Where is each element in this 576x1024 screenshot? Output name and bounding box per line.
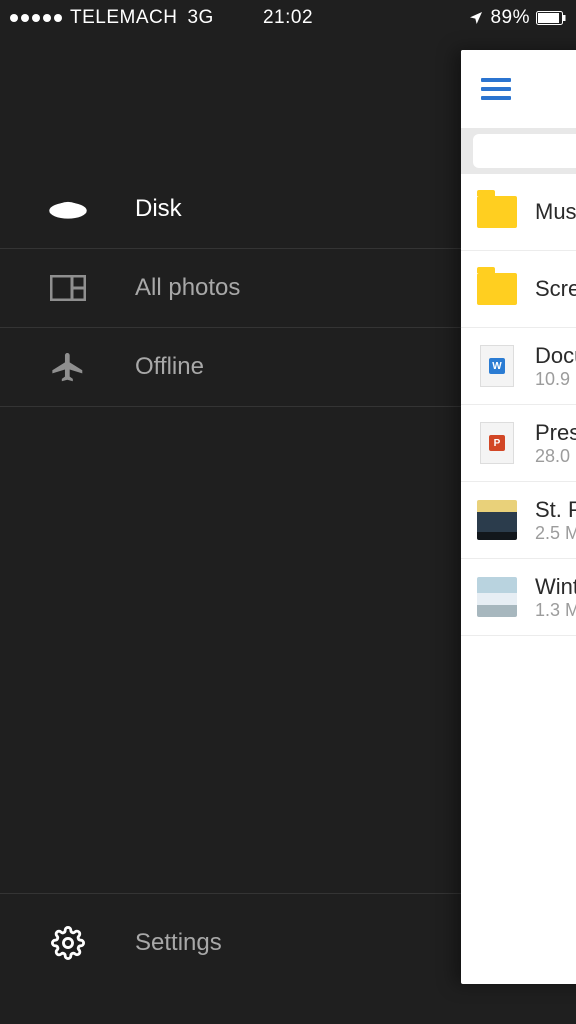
word-doc-icon: W (477, 348, 517, 384)
panel-header (461, 50, 576, 128)
disk-icon (0, 194, 135, 224)
file-meta: 10.9 (535, 369, 576, 390)
file-name: St. P (535, 497, 576, 523)
file-name: Docu (535, 343, 576, 369)
status-bar: TELEMACH 3G 21:02 89% (0, 0, 576, 36)
image-thumbnail (477, 579, 517, 615)
sidebar-drawer: Disk All photos Offline Settings (0, 0, 461, 1024)
list-item[interactable]: Wint 1.3 M (461, 559, 576, 636)
sidebar-item-offline[interactable]: Offline (0, 328, 461, 407)
battery-percent-label: 89% (490, 7, 530, 29)
search-input[interactable] (461, 128, 576, 174)
network-label: 3G (187, 7, 213, 29)
image-thumbnail (477, 502, 517, 538)
sidebar-item-all-photos[interactable]: All photos (0, 249, 461, 328)
airplane-icon (0, 349, 135, 385)
sidebar-item-disk[interactable]: Disk (0, 170, 461, 249)
file-meta: 1.3 M (535, 600, 576, 621)
location-icon (468, 10, 484, 26)
folder-icon (477, 271, 517, 307)
sidebar-item-settings[interactable]: Settings (0, 893, 461, 992)
photos-icon (0, 275, 135, 301)
file-list: Musi Scre W Docu 10.9 P Pres 28.0 (461, 174, 576, 984)
file-name: Pres (535, 420, 576, 446)
sidebar-item-label: Offline (135, 353, 204, 381)
sidebar-item-label: Settings (135, 929, 222, 957)
file-meta: 28.0 (535, 446, 576, 467)
file-name: Scre (535, 276, 576, 302)
signal-dots-icon (10, 14, 62, 22)
powerpoint-icon: P (477, 425, 517, 461)
file-meta: 2.5 M (535, 523, 576, 544)
list-item[interactable]: P Pres 28.0 (461, 405, 576, 482)
file-name: Musi (535, 199, 576, 225)
main-panel[interactable]: Musi Scre W Docu 10.9 P Pres 28.0 (461, 50, 576, 984)
gear-icon (0, 926, 135, 960)
sidebar-item-label: All photos (135, 274, 240, 302)
sidebar-item-label: Disk (135, 195, 182, 223)
list-item[interactable]: St. P 2.5 M (461, 482, 576, 559)
folder-icon (477, 194, 517, 230)
hamburger-icon[interactable] (481, 78, 511, 100)
carrier-label: TELEMACH (70, 7, 177, 29)
list-item[interactable]: W Docu 10.9 (461, 328, 576, 405)
list-item[interactable]: Scre (461, 251, 576, 328)
clock-label: 21:02 (263, 7, 313, 29)
battery-icon (536, 11, 566, 25)
file-name: Wint (535, 574, 576, 600)
list-item[interactable]: Musi (461, 174, 576, 251)
